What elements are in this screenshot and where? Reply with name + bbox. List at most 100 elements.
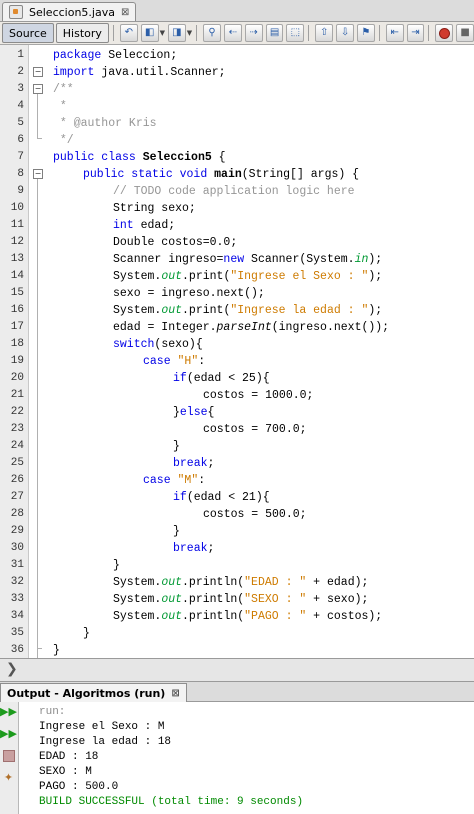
- java-file-icon: [9, 5, 23, 19]
- code-line-33: System.out.println("SEXO : " + sexo);: [113, 593, 369, 606]
- line-number: 30: [10, 542, 24, 554]
- fold-gutter: − − −: [29, 45, 47, 658]
- code-line-16: System.out.print("Ingrese la edad : ");: [113, 304, 383, 317]
- line-number: 25: [10, 457, 24, 469]
- output-line: Ingrese el Sexo : M: [39, 721, 165, 733]
- toolbar-separator: [378, 25, 380, 41]
- output-tab-bar: Output - Algoritmos (run) ⊠: [0, 682, 474, 702]
- previous-bookmark-icon[interactable]: ⇧: [315, 24, 334, 42]
- fold-guide: [37, 179, 38, 658]
- stop-macro-icon[interactable]: ■: [456, 24, 474, 42]
- last-edit-icon[interactable]: ↶: [119, 24, 138, 42]
- line-number: 15: [10, 287, 24, 299]
- fold-toggle-icon[interactable]: −: [33, 67, 43, 77]
- line-number: 20: [10, 372, 24, 384]
- code-line-29: }: [173, 525, 180, 538]
- output-line: SEXO : M: [39, 766, 92, 778]
- output-tab[interactable]: Output - Algoritmos (run) ⊠: [0, 683, 187, 702]
- source-button[interactable]: Source: [2, 23, 54, 43]
- history-button[interactable]: History: [55, 23, 109, 43]
- navigator-chevron-icon[interactable]: ❯: [6, 661, 18, 677]
- shift-right-icon[interactable]: ⇥: [406, 24, 425, 42]
- fold-guide: [37, 138, 42, 139]
- code-line-13: Scanner ingreso=new Scanner(System.in);: [113, 253, 383, 266]
- toolbar-separator: [112, 25, 114, 41]
- code-line-1: package Seleccion;: [53, 49, 178, 62]
- code-line-6: */: [53, 134, 74, 147]
- line-number: 27: [10, 491, 24, 503]
- chevron-down-icon[interactable]: ▼: [160, 29, 165, 37]
- code-area[interactable]: package Seleccion; import java.util.Scan…: [47, 45, 474, 658]
- stop-icon[interactable]: [1, 748, 16, 763]
- line-number: 28: [10, 508, 24, 520]
- output-console[interactable]: run: Ingrese el Sexo : M Ingrese la edad…: [19, 702, 474, 814]
- code-editor[interactable]: 1 2 3 4 5 6 7 8 9 10 11 12 13 14 15 16 1…: [0, 45, 474, 659]
- output-line: PAGO : 500.0: [39, 781, 119, 793]
- next-bookmark-icon[interactable]: ⇩: [336, 24, 354, 42]
- code-line-22: }else{: [173, 406, 215, 419]
- line-number: 9: [17, 185, 24, 197]
- chevron-down-icon[interactable]: ▼: [187, 29, 192, 37]
- line-number: 17: [10, 321, 24, 333]
- code-line-23: costos = 700.0;: [203, 423, 307, 436]
- code-line-25: break;: [173, 457, 215, 470]
- shift-left-icon[interactable]: ⇤: [385, 24, 404, 42]
- forward-icon[interactable]: ◨: [167, 24, 186, 42]
- code-line-31: }: [113, 559, 120, 572]
- find-previous-icon[interactable]: ⇠: [223, 24, 242, 42]
- line-number: 19: [10, 355, 24, 367]
- line-number: 12: [10, 236, 24, 248]
- rerun-icon[interactable]: ▶▶: [0, 704, 17, 719]
- fold-guide: [37, 648, 42, 649]
- output-tab-title: Output - Algoritmos (run): [7, 686, 166, 700]
- fold-toggle-icon[interactable]: −: [33, 84, 43, 94]
- code-line-26: case "M":: [143, 474, 206, 487]
- code-line-15: sexo = ingreso.next();: [113, 287, 265, 300]
- line-number-gutter: 1 2 3 4 5 6 7 8 9 10 11 12 13 14 15 16 1…: [0, 45, 29, 658]
- output-side-toolbar: ▶▶ ▶▶ ✦: [0, 702, 19, 814]
- code-line-17: edad = Integer.parseInt(ingreso.next());: [113, 321, 390, 334]
- start-macro-icon[interactable]: [435, 24, 454, 42]
- toggle-rectangular-icon[interactable]: ⬚: [286, 24, 305, 42]
- line-number: 35: [10, 627, 24, 639]
- find-next-icon[interactable]: ⇢: [244, 24, 263, 42]
- close-icon[interactable]: ⊠: [121, 7, 129, 18]
- close-icon[interactable]: ⊠: [171, 688, 179, 699]
- settings-icon[interactable]: ✦: [1, 770, 16, 785]
- find-icon[interactable]: ⚲: [203, 24, 221, 42]
- line-number: 2: [17, 66, 24, 78]
- line-number: 33: [10, 593, 24, 605]
- navigator-strip: ❯: [0, 659, 474, 682]
- line-number: 7: [17, 151, 24, 163]
- code-line-35: }: [83, 627, 90, 640]
- toolbar-separator: [428, 25, 430, 41]
- toolbar-separator: [196, 25, 198, 41]
- code-line-20: if(edad < 25){: [173, 372, 270, 385]
- back-icon[interactable]: ◧: [140, 24, 159, 42]
- fold-toggle-icon[interactable]: −: [33, 169, 43, 179]
- code-line-14: System.out.print("Ingrese el Sexo : ");: [113, 270, 383, 283]
- find-selection-icon[interactable]: ▤: [265, 24, 284, 42]
- code-line-2: import java.util.Scanner;: [53, 66, 226, 79]
- code-line-34: System.out.println("PAGO : " + costos);: [113, 610, 383, 623]
- editor-tab-title: Seleccion5.java: [29, 5, 115, 19]
- code-line-30: break;: [173, 542, 215, 555]
- code-line-10: String sexo;: [113, 202, 196, 215]
- line-number: 6: [17, 134, 24, 146]
- rerun-debug-icon[interactable]: ▶▶: [0, 726, 17, 741]
- line-number: 10: [10, 202, 24, 214]
- code-line-21: costos = 1000.0;: [203, 389, 314, 402]
- line-number: 13: [10, 253, 24, 265]
- line-number: 14: [10, 270, 24, 282]
- toggle-bookmark-icon[interactable]: ⚑: [356, 24, 375, 42]
- code-line-32: System.out.println("EDAD : " + edad);: [113, 576, 369, 589]
- code-line-18: switch(sexo){: [113, 338, 203, 351]
- editor-tab-seleccion5[interactable]: Seleccion5.java ⊠: [2, 2, 137, 21]
- line-number: 5: [17, 117, 24, 129]
- code-line-19: case "H":: [143, 355, 206, 368]
- output-line: run:: [39, 706, 66, 718]
- line-number: 34: [10, 610, 24, 622]
- toolbar-separator: [308, 25, 310, 41]
- line-number: 32: [10, 576, 24, 588]
- output-line: EDAD : 18: [39, 751, 99, 763]
